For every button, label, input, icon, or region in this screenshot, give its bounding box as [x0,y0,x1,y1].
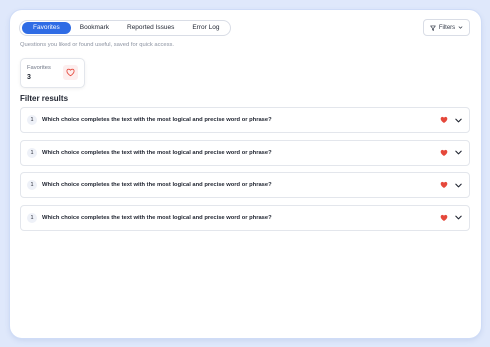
chevron-down-icon[interactable] [454,181,463,190]
favorites-stat-card: Favorites 3 [20,58,85,88]
stat-label: Favorites [27,65,51,71]
question-text: Which choice completes the text with the… [42,182,272,188]
favorites-panel: Favorites Bookmark Reported Issues Error… [10,10,481,338]
filter-icon [430,25,436,31]
section-title: Filter results [20,94,69,103]
heart-icon[interactable] [440,214,448,222]
list-item[interactable]: 1 Which choice completes the text with t… [20,204,470,231]
question-number: 1 [27,147,37,158]
chevron-down-icon[interactable] [454,213,463,222]
heart-outline-icon [63,65,78,80]
list-item[interactable]: 1 Which choice completes the text with t… [20,107,470,133]
question-number: 1 [27,115,37,125]
stat-value: 3 [27,74,31,81]
list-item[interactable]: 1 Which choice completes the text with t… [20,139,470,166]
question-text: Which choice completes the text with the… [42,149,272,156]
page-subtitle: Questions you liked or found useful, sav… [20,42,175,48]
list-item[interactable]: 1 Which choice completes the text with t… [20,172,470,198]
tab-favorites[interactable]: Favorites [22,22,71,34]
question-list: 1 Which choice completes the text with t… [20,107,470,237]
filters-label: Filters [438,24,456,31]
chevron-down-icon [458,25,463,30]
heart-icon[interactable] [440,181,448,189]
tab-bookmark[interactable]: Bookmark [71,22,118,34]
heart-icon[interactable] [440,116,448,124]
chevron-down-icon[interactable] [454,116,463,125]
chevron-down-icon[interactable] [454,148,463,157]
tab-reported-issues[interactable]: Reported Issues [118,22,183,34]
question-text: Which choice completes the text with the… [42,117,272,123]
filters-button[interactable]: Filters [423,19,470,36]
question-text: Which choice completes the text with the… [42,214,272,221]
question-number: 1 [27,212,37,223]
heart-icon[interactable] [440,149,448,157]
tab-bar: Favorites Bookmark Reported Issues Error… [19,20,232,36]
question-number: 1 [27,180,37,190]
tab-error-log[interactable]: Error Log [183,22,228,34]
